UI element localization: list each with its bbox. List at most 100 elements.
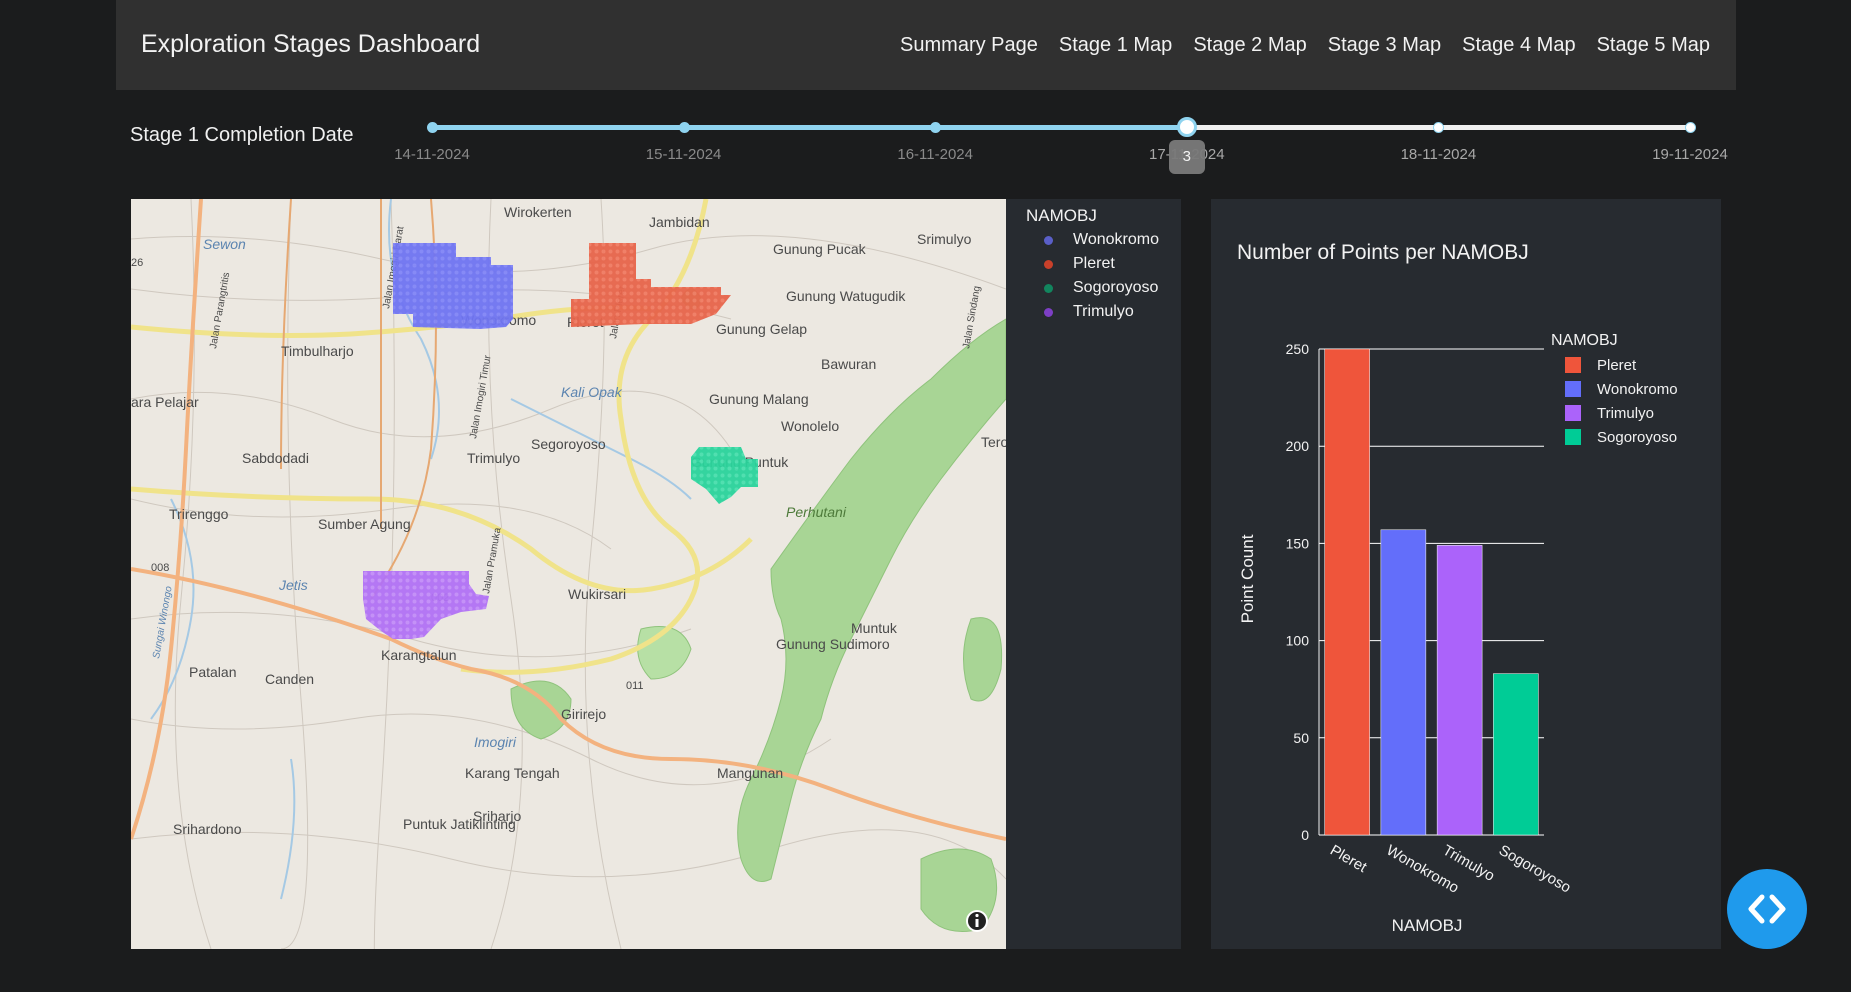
map-place-label: Wonolelo — [781, 418, 839, 434]
date-slider-track[interactable] — [427, 117, 1696, 137]
x-tick-label: Pleret — [1327, 842, 1370, 877]
map-place-label: Karangtalun — [381, 647, 457, 663]
map-place-label: Sumber Agung — [318, 516, 411, 532]
chart-legend-label[interactable]: Sogoroyoso — [1597, 429, 1677, 446]
chart-legend-label[interactable]: Pleret — [1597, 357, 1637, 374]
y-tick-label: 50 — [1293, 730, 1309, 746]
nav-link-stage-3[interactable]: Stage 3 Map — [1328, 34, 1441, 57]
map-place-label: Gunung Watugudik — [786, 288, 906, 304]
legend-label: Pleret — [1073, 255, 1115, 272]
map-view[interactable]: WirokertenJambidanSrimulyoSewon26Wonokro… — [131, 199, 1006, 949]
y-axis-title: Point Count — [1238, 534, 1257, 623]
bar-trimulyo[interactable] — [1436, 545, 1483, 836]
nav-link-stage-5[interactable]: Stage 5 Map — [1597, 34, 1710, 57]
legend-marker-icon — [1044, 235, 1053, 245]
chart-legend-swatch[interactable] — [1565, 381, 1581, 397]
map-place-label: Timbulharjo — [281, 343, 354, 359]
legend-label: Sogoroyoso — [1073, 279, 1159, 296]
info-icon[interactable] — [966, 910, 988, 932]
map-place-label: ara Pelajar — [131, 394, 199, 410]
slider-tick-label[interactable]: 14-11-2024 — [394, 146, 470, 163]
date-slider-fill — [432, 125, 1187, 130]
y-tick-label: 150 — [1286, 535, 1310, 551]
map-place-label: Jetis — [278, 577, 308, 593]
map-place-label: Segoroyoso — [531, 436, 606, 452]
bar-sogoroyoso[interactable] — [1493, 673, 1539, 836]
chart-legend-swatch[interactable] — [1565, 429, 1581, 445]
map-place-label: Patalan — [189, 664, 236, 680]
map-legend-item-pleret[interactable]: Pleret — [1044, 255, 1115, 273]
nav-link-stage-4[interactable]: Stage 4 Map — [1462, 34, 1575, 57]
nav-link-stage-2[interactable]: Stage 2 Map — [1193, 34, 1306, 57]
slider-tick-label[interactable]: 19-11-2024 — [1652, 146, 1728, 163]
x-tick-label: Sogoroyoso — [1496, 842, 1574, 897]
navbar: Exploration Stages Dashboard Summary Pag… — [116, 0, 1736, 90]
map-place-label: Srihardono — [173, 821, 242, 837]
map-legend-item-wonokromo[interactable]: Wonokromo — [1044, 231, 1159, 249]
slider-tick-label[interactable]: 16-11-2024 — [897, 146, 973, 163]
map-place-label: Kali Opak — [561, 384, 623, 400]
map-legend: NAMOBJ Wonokromo Pleret Sogoroyoso Trimu… — [1006, 199, 1181, 949]
map-place-label: Wukirsari — [568, 586, 626, 602]
bar-wonokromo[interactable] — [1380, 529, 1427, 836]
map-place-label: Trirenggo — [169, 506, 229, 522]
bar-pleret[interactable] — [1324, 348, 1370, 836]
date-slider-step[interactable] — [1433, 122, 1445, 133]
chart-legend-label[interactable]: Wonokromo — [1597, 381, 1678, 398]
map-place-label: Sriharjo — [473, 808, 521, 824]
chart-legend-title: NAMOBJ — [1551, 332, 1618, 349]
y-tick-label: 200 — [1286, 438, 1310, 454]
map-place-label: Gunung Malang — [709, 391, 809, 407]
map-place-label: Terong — [981, 434, 1006, 450]
map-place-label: Sabdodadi — [242, 450, 309, 466]
slider-tick-label[interactable]: 18-11-2024 — [1401, 146, 1477, 163]
map-place-label: Gunung Pucak — [773, 241, 867, 257]
map-legend-item-sogoroyoso[interactable]: Sogoroyoso — [1044, 279, 1158, 297]
map-legend-item-trimulyo[interactable]: Trimulyo — [1044, 303, 1134, 321]
map-place-label: 008 — [151, 562, 169, 574]
date-slider-handle[interactable] — [1176, 117, 1197, 137]
legend-marker-icon — [1044, 283, 1053, 293]
slider-label: Stage 1 Completion Date — [130, 124, 354, 146]
x-axis-title: NAMOBJ — [1392, 916, 1463, 935]
map-canvas[interactable]: WirokertenJambidanSrimulyoSewon26Wonokro… — [131, 199, 1006, 949]
date-slider-step[interactable] — [678, 122, 690, 133]
chart-legend-swatch[interactable] — [1565, 405, 1581, 421]
bar-chart-panel: Number of Points per NAMOBJ 0 50 100 150 200… — [1211, 199, 1721, 949]
bar-chart[interactable]: 0 50 100 150 200 250 Pleret Wonokromo Trimulyo So… — [1211, 199, 1721, 949]
map-legend-title: NAMOBJ — [1026, 206, 1097, 225]
map-place-label: Perhutani — [786, 504, 847, 520]
legend-marker-icon — [1044, 307, 1053, 317]
code-icon — [1748, 894, 1786, 924]
y-tick-label: 100 — [1286, 633, 1310, 649]
map-place-label: Srimulyo — [917, 231, 972, 247]
map-place-label: Trimulyo — [467, 450, 520, 466]
chart-legend-swatch[interactable] — [1565, 357, 1581, 373]
map-place-label: Gunung Sudimoro — [776, 636, 890, 652]
map-place-label: Muntuk — [851, 620, 898, 636]
date-slider-step[interactable] — [930, 122, 942, 133]
legend-label: Wonokromo — [1073, 231, 1159, 248]
map-place-label: Gunung Gelap — [716, 321, 807, 337]
map-place-label: Bawuran — [821, 356, 876, 372]
date-slider-step[interactable] — [1685, 122, 1696, 133]
chart-legend-label[interactable]: Trimulyo — [1597, 405, 1654, 422]
map-place-label: Jambidan — [649, 214, 710, 230]
y-tick-label: 250 — [1286, 341, 1310, 357]
nav-link-stage-1[interactable]: Stage 1 Map — [1059, 34, 1172, 57]
legend-label: Trimulyo — [1073, 303, 1134, 320]
map-place-label: Karang Tengah — [465, 765, 560, 781]
legend-marker-icon — [1044, 259, 1053, 269]
date-slider-step[interactable] — [427, 122, 438, 133]
map-place-label: Mangunan — [717, 765, 783, 781]
map-place-label: Wirokerten — [504, 204, 572, 220]
dev-tools-button[interactable] — [1727, 869, 1807, 949]
map-place-label: Sewon — [203, 236, 246, 252]
map-place-label: Imogiri — [474, 734, 517, 750]
nav-link-summary[interactable]: Summary Page — [900, 34, 1038, 57]
slider-tick-label[interactable]: 15-11-2024 — [646, 146, 722, 163]
nav-links: Summary Page Stage 1 Map Stage 2 Map Sta… — [900, 34, 1710, 57]
map-place-label: Canden — [265, 671, 314, 687]
map-place-label: Girirejo — [561, 706, 606, 722]
dashboard-title[interactable]: Exploration Stages Dashboard — [141, 30, 480, 59]
